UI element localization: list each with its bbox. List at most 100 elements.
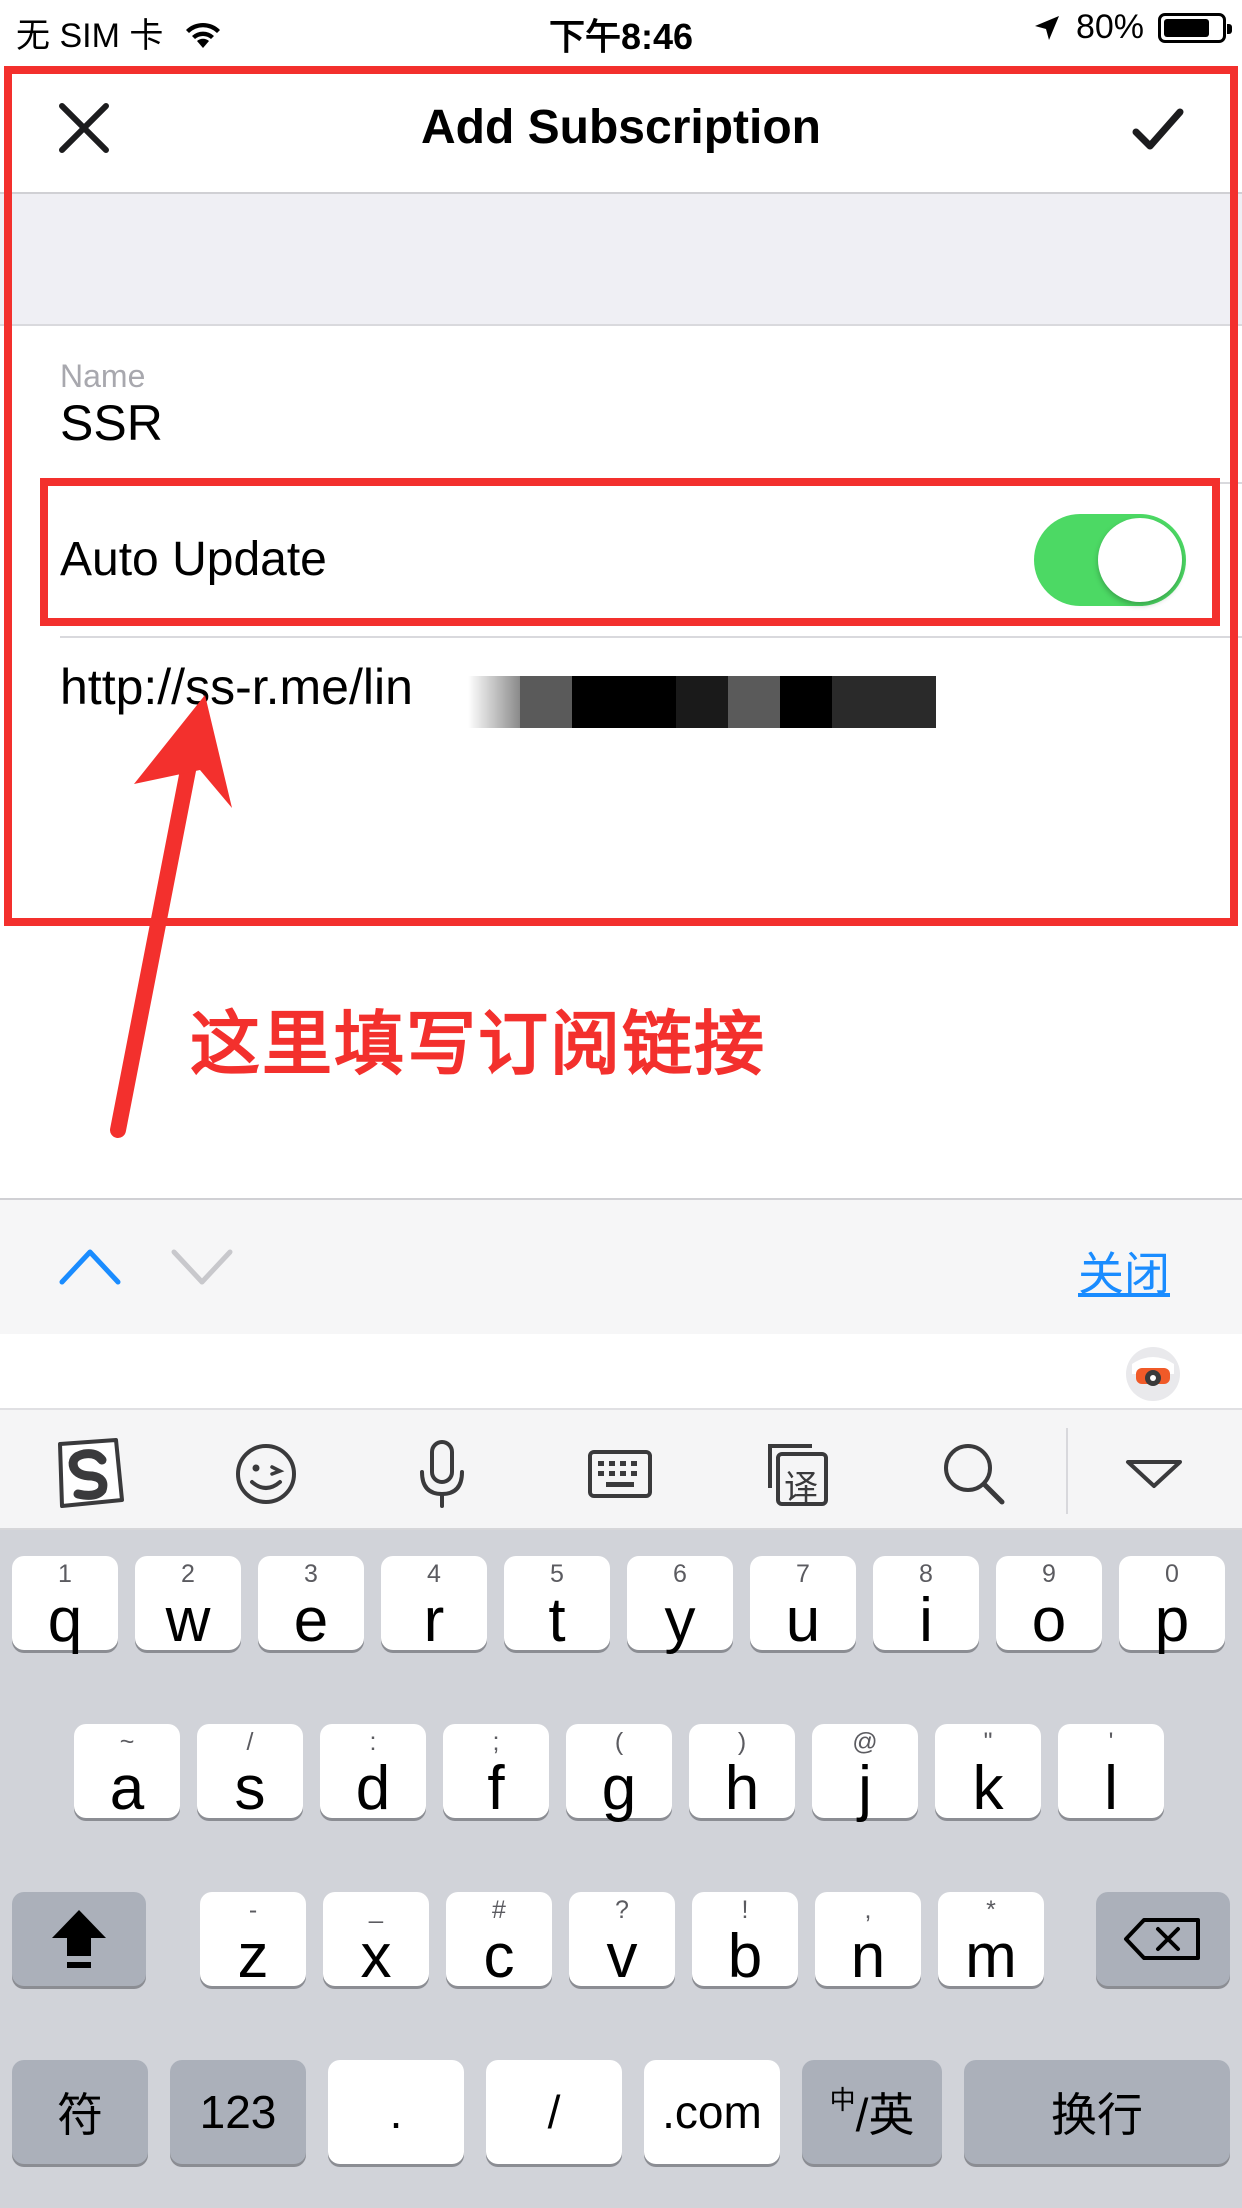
key-hint-label: " bbox=[983, 1728, 993, 1756]
toolbar-divider bbox=[1066, 1428, 1068, 1514]
key-letter-label: a bbox=[109, 1754, 145, 1823]
key-hint-label: ? bbox=[615, 1896, 629, 1924]
key-letter-label: u bbox=[785, 1586, 821, 1655]
key-z[interactable]: -z bbox=[200, 1892, 306, 1991]
battery-nub bbox=[1227, 23, 1232, 34]
key-letter-label: b bbox=[727, 1922, 763, 1991]
key-hint-label: ; bbox=[492, 1728, 500, 1756]
key-letter-label: v bbox=[606, 1922, 638, 1991]
key-letter-label: s bbox=[234, 1754, 266, 1823]
slash-key[interactable]: / bbox=[486, 2060, 622, 2164]
key-hint-label: 1 bbox=[58, 1560, 72, 1588]
key-l[interactable]: ' l bbox=[1058, 1724, 1164, 1820]
key-letter-label: z bbox=[237, 1922, 269, 1991]
key-letter-label: w bbox=[165, 1586, 211, 1655]
key-hint-label: ) bbox=[737, 1728, 747, 1756]
key-hint-label: @ bbox=[852, 1728, 878, 1756]
microphone-icon[interactable] bbox=[404, 1436, 480, 1512]
key-b[interactable]: ! b bbox=[692, 1892, 798, 1991]
key-hint-label: : bbox=[369, 1728, 377, 1756]
period-key[interactable]: . bbox=[328, 2060, 464, 2164]
key-h[interactable]: ) h bbox=[689, 1724, 795, 1823]
sogou-logo-icon[interactable] bbox=[50, 1436, 126, 1512]
key-q[interactable]: 1q bbox=[12, 1556, 118, 1655]
key-letter-label: r bbox=[423, 1586, 445, 1655]
mascot-icon[interactable] bbox=[1124, 1344, 1182, 1402]
key-letter-label: n bbox=[850, 1922, 886, 1991]
shift-key[interactable] bbox=[12, 1892, 146, 1986]
lang-small-label: 中 bbox=[829, 2084, 856, 2115]
keyboard: 1q2w3e4r5t6y7u8i9o0p ~ a / s: d; f(g) h @ j " k ' l … bbox=[0, 1530, 1242, 2208]
key-f[interactable]: ; f bbox=[443, 1724, 549, 1823]
key-e[interactable]: 3e bbox=[258, 1556, 364, 1655]
key-letter-label: h bbox=[724, 1754, 760, 1823]
key-letter-label: c bbox=[483, 1922, 515, 1991]
key-hint-label: , bbox=[864, 1896, 872, 1924]
key-g[interactable]: (g bbox=[566, 1724, 672, 1820]
key-k[interactable]: " k bbox=[935, 1724, 1041, 1823]
key-letter-label: e bbox=[293, 1586, 329, 1655]
symbols-key[interactable]: 符 bbox=[12, 2060, 148, 2164]
key-hint-label: 4 bbox=[427, 1560, 441, 1588]
key-hint-label: 0 bbox=[1165, 1560, 1179, 1588]
battery-fill bbox=[1164, 18, 1209, 37]
numbers-key[interactable]: 123 bbox=[170, 2060, 306, 2164]
key-n[interactable]: ,n bbox=[815, 1892, 921, 1991]
lang-main-label: /英 bbox=[855, 2089, 915, 2141]
key-hint-label: ' bbox=[1108, 1728, 1114, 1756]
key-a[interactable]: ~ a bbox=[74, 1724, 180, 1823]
key-hint-label: ! bbox=[741, 1896, 749, 1924]
chevron-up-icon[interactable] bbox=[58, 1244, 122, 1288]
key-letter-label: i bbox=[919, 1586, 933, 1655]
key-r[interactable]: 4r bbox=[381, 1556, 487, 1655]
key-hint-label: * bbox=[986, 1896, 996, 1924]
key-letter-label: m bbox=[965, 1922, 1017, 1991]
key-t[interactable]: 5t bbox=[504, 1556, 610, 1652]
language-switch-label: 中/英 bbox=[802, 2060, 942, 2164]
key-j[interactable]: @ j bbox=[812, 1724, 918, 1823]
symbols-key-label: 符 bbox=[57, 2089, 103, 2141]
key-y[interactable]: 6y bbox=[627, 1556, 733, 1655]
period-key-label: . bbox=[389, 2086, 403, 2138]
key-m[interactable]: * m bbox=[938, 1892, 1044, 1991]
key-letter-label: f bbox=[487, 1754, 505, 1823]
keyboard-icon[interactable] bbox=[582, 1436, 658, 1512]
location-arrow-icon bbox=[1034, 15, 1059, 40]
status-bar: 无 SIM 卡 下午8:46 80% bbox=[0, 0, 1242, 62]
key-i[interactable]: 8i bbox=[873, 1556, 979, 1655]
search-icon[interactable] bbox=[936, 1436, 1012, 1512]
key-letter-label: y bbox=[664, 1586, 696, 1655]
shift-arrow-icon bbox=[52, 1910, 106, 1968]
slash-key-label: / bbox=[547, 2086, 561, 2138]
translate-icon[interactable]: 译 bbox=[760, 1436, 836, 1512]
key-c[interactable]: # c bbox=[446, 1892, 552, 1991]
delete-key[interactable] bbox=[1096, 1892, 1230, 1986]
key-hint-label: 5 bbox=[550, 1560, 564, 1588]
key-d[interactable]: :d bbox=[320, 1724, 426, 1823]
close-keyboard-button[interactable]: 关闭 bbox=[1078, 1238, 1170, 1304]
collapse-triangle-icon[interactable] bbox=[1116, 1436, 1192, 1512]
dotcom-key[interactable]: .com bbox=[644, 2060, 780, 2164]
key-hint-label: 2 bbox=[181, 1560, 195, 1588]
key-hint-label: ~ bbox=[119, 1728, 135, 1756]
key-o[interactable]: 9o bbox=[996, 1556, 1102, 1652]
language-switch-key[interactable]: 中/英 bbox=[802, 2060, 942, 2164]
key-x[interactable]: _ x bbox=[323, 1892, 429, 1988]
key-letter-label: j bbox=[858, 1754, 872, 1823]
ime-toolbar: 译 bbox=[0, 1410, 1242, 1530]
key-letter-label: q bbox=[47, 1586, 83, 1655]
annotation-text: 这里填写订阅链接 bbox=[190, 1005, 766, 1083]
key-v[interactable]: ? v bbox=[569, 1892, 675, 1991]
annotation-inner-box bbox=[40, 478, 1220, 626]
keyboard-accessory-bar: 关闭 bbox=[0, 1198, 1242, 1336]
chevron-down-icon[interactable] bbox=[170, 1244, 234, 1288]
emoji-icon[interactable] bbox=[228, 1436, 304, 1512]
key-letter-label: p bbox=[1154, 1586, 1190, 1655]
key-p[interactable]: 0p bbox=[1119, 1556, 1225, 1655]
key-w[interactable]: 2w bbox=[135, 1556, 241, 1655]
key-letter-label: k bbox=[972, 1754, 1004, 1823]
return-key[interactable]: 换行 bbox=[964, 2060, 1230, 2164]
key-u[interactable]: 7u bbox=[750, 1556, 856, 1655]
key-letter-label: d bbox=[355, 1754, 391, 1823]
key-s[interactable]: / s bbox=[197, 1724, 303, 1823]
